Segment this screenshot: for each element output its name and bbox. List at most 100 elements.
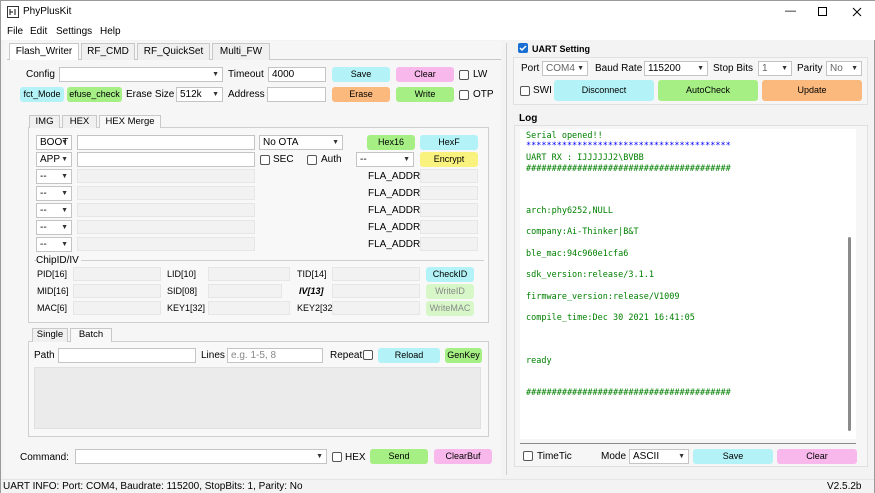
log-scrollbar[interactable]: [848, 237, 851, 431]
port-select[interactable]: COM4 ▼: [542, 61, 588, 76]
sid-field: [208, 284, 282, 298]
auth-checkbox[interactable]: [307, 155, 317, 165]
log-line: ble_mac:94c960e1cfa6: [526, 249, 629, 259]
fct-mode-button[interactable]: fct_Mode: [20, 87, 64, 102]
log-save-button[interactable]: Save: [693, 449, 773, 464]
slot-5-select[interactable]: -- ▼: [36, 203, 72, 218]
baud-rate-select[interactable]: 115200 ▼: [644, 61, 708, 76]
encrypt-select[interactable]: -- ▼: [356, 152, 414, 167]
subtab-single[interactable]: Single: [32, 328, 68, 342]
log-clear-button[interactable]: Clear: [777, 449, 857, 464]
lines-input[interactable]: e.g. 1-5, 8: [227, 348, 323, 363]
slot-6-path: [77, 220, 255, 234]
slot-4-select[interactable]: -- ▼: [36, 186, 72, 201]
update-button[interactable]: Update: [762, 80, 862, 101]
slot-3-select[interactable]: -- ▼: [36, 169, 72, 184]
repeat-checkbox[interactable]: [363, 350, 373, 360]
erase-button[interactable]: Erase: [332, 87, 390, 102]
hex16-button[interactable]: Hex16: [367, 135, 415, 150]
slot-6-select[interactable]: -- ▼: [36, 220, 72, 235]
timetic-checkbox[interactable]: [523, 451, 533, 461]
erase-size-select[interactable]: 512k ▼: [176, 87, 223, 102]
boot-path-input[interactable]: [77, 135, 255, 150]
app-path-input[interactable]: [77, 152, 255, 167]
ota-select[interactable]: No OTA ▼: [259, 135, 343, 150]
chevron-down-icon: ▼: [781, 65, 788, 72]
fla-addr-label: FLA_ADDR: [368, 188, 421, 199]
menu-file[interactable]: File: [7, 26, 23, 37]
menu-edit[interactable]: Edit: [30, 26, 47, 37]
menu-help[interactable]: Help: [100, 26, 121, 37]
log-hscrollbar[interactable]: [520, 443, 856, 444]
swi-checkbox[interactable]: [520, 86, 530, 96]
boot-select[interactable]: BOOT ▼: [36, 135, 72, 150]
log-output[interactable]: Serial opened!! ************************…: [520, 129, 856, 439]
subtab-batch[interactable]: Batch: [70, 328, 112, 342]
fla-addr-label: FLA_ADDR: [368, 239, 421, 250]
tab-rf-cmd[interactable]: RF_CMD: [81, 43, 135, 60]
log-line: company:Ai-Thinker|B&T: [526, 227, 639, 237]
write-button[interactable]: Write: [396, 87, 454, 102]
menu-settings[interactable]: Settings: [56, 26, 92, 37]
maximize-icon[interactable]: [818, 7, 828, 17]
window-title: PhyPlusKit: [23, 6, 72, 17]
command-input[interactable]: ▼: [75, 449, 327, 464]
config-select[interactable]: ▼: [59, 67, 223, 82]
checkid-button[interactable]: CheckID: [426, 267, 474, 282]
reload-button[interactable]: Reload: [378, 348, 440, 363]
encrypt-button[interactable]: Encrypt: [420, 152, 478, 167]
path-input[interactable]: [58, 348, 196, 363]
address-input[interactable]: [267, 87, 326, 102]
tab-rf-quickset[interactable]: RF_QuickSet: [137, 43, 210, 60]
panel-splitter[interactable]: [506, 43, 507, 475]
hexf-button[interactable]: HexF: [420, 135, 478, 150]
close-icon[interactable]: [852, 7, 862, 17]
efuse-check-button[interactable]: efuse_check: [67, 87, 122, 102]
status-text: UART INFO: Port: COM4, Baudrate: 115200,…: [3, 481, 303, 492]
erase-size-label: Erase Size: [126, 89, 175, 100]
stop-bits-select[interactable]: 1 ▼: [758, 61, 792, 76]
send-button[interactable]: Send: [370, 449, 428, 464]
sec-checkbox[interactable]: [260, 155, 270, 165]
tab-multi-fw[interactable]: Multi_FW: [212, 43, 270, 60]
config-save-button[interactable]: Save: [332, 67, 390, 82]
key2-field: [332, 301, 420, 315]
subtab-img[interactable]: IMG: [29, 115, 60, 128]
chevron-down-icon: ▼: [851, 65, 858, 72]
autocheck-button[interactable]: AutoCheck: [658, 80, 758, 101]
uart-setting-checkbox[interactable]: [518, 43, 528, 53]
minimize-icon[interactable]: —: [785, 5, 796, 17]
mode-select[interactable]: ASCII ▼: [629, 449, 689, 464]
lw-checkbox[interactable]: [459, 70, 469, 80]
genkey-button[interactable]: GenKey: [445, 348, 482, 363]
subtab-hex-merge[interactable]: HEX Merge: [99, 115, 161, 128]
log-line: ****************************************: [526, 141, 731, 151]
disconnect-button[interactable]: Disconnect: [554, 80, 654, 101]
otp-checkbox[interactable]: [459, 90, 469, 100]
hex-label: HEX: [345, 452, 366, 463]
swi-label: SWI: [533, 85, 552, 96]
writemac-button[interactable]: WriteMAC: [426, 301, 474, 316]
fla-addr-label: FLA_ADDR: [368, 222, 421, 233]
chevron-down-icon: ▼: [212, 91, 219, 98]
slot-4-path: [77, 186, 255, 200]
hex-checkbox[interactable]: [332, 452, 342, 462]
mac-field: [73, 301, 161, 315]
clearbuf-button[interactable]: ClearBuf: [434, 449, 492, 464]
tab-flash-writer[interactable]: Flash_Writer: [9, 43, 79, 60]
stop-bits-label: Stop Bits: [713, 63, 754, 74]
parity-select[interactable]: No ▼: [826, 61, 862, 76]
timetic-label: TimeTic: [537, 451, 572, 462]
app-select[interactable]: APP ▼: [36, 152, 72, 167]
config-clear-button[interactable]: Clear: [396, 67, 454, 82]
chevron-down-icon: ▼: [403, 156, 410, 163]
fla-addr-input: [420, 220, 478, 234]
batch-list-area[interactable]: [34, 367, 481, 429]
log-line: sdk_version:release/3.1.1: [526, 270, 654, 280]
timeout-input[interactable]: 4000: [268, 67, 326, 82]
chevron-down-icon: ▼: [316, 453, 323, 460]
subtab-hex[interactable]: HEX: [62, 115, 97, 128]
slot-7-select[interactable]: -- ▼: [36, 237, 72, 252]
uart-setting-title: UART Setting: [532, 44, 590, 54]
writeid-button[interactable]: WriteID: [426, 284, 474, 299]
